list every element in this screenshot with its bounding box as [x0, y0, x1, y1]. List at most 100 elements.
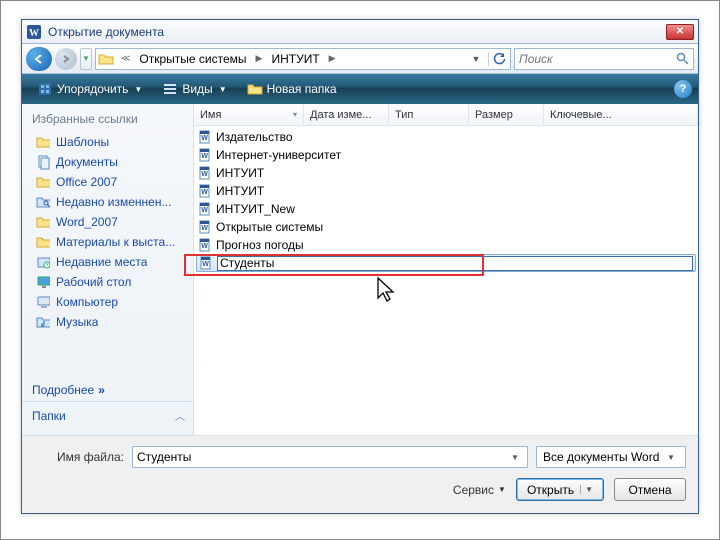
sidebar-item-label: Office 2007: [56, 175, 117, 189]
chevron-down-icon: ▼: [219, 85, 227, 94]
filename-combobox[interactable]: ▼: [132, 446, 528, 468]
file-item[interactable]: W ИНТУИТ: [194, 164, 698, 182]
help-button[interactable]: ?: [674, 80, 692, 98]
chevron-up-icon: ︿: [175, 408, 183, 423]
file-name: ИНТУИТ: [216, 184, 264, 198]
new-folder-icon: [247, 81, 263, 97]
svg-text:W: W: [201, 189, 208, 196]
svg-text:W: W: [201, 243, 208, 250]
file-item[interactable]: WИнтернет-университет: [194, 146, 698, 164]
folder-icon: [36, 175, 50, 189]
chevron-down-icon: ▼: [134, 85, 142, 94]
cancel-button[interactable]: Отмена: [614, 478, 686, 501]
sidebar-item[interactable]: Недавно изменнен...: [32, 192, 193, 212]
favorites-list: ШаблоныДокументы Office 2007 Недавно измен…: [22, 132, 193, 379]
folder-icon: [98, 52, 114, 66]
views-button[interactable]: Виды ▼: [153, 77, 235, 101]
breadcrumb-item[interactable]: Открытые системы: [137, 52, 248, 66]
sidebar-item[interactable]: Компьютер: [32, 292, 193, 312]
search-box[interactable]: [514, 48, 694, 70]
file-name: ИНТУИТ: [216, 166, 264, 180]
cursor-icon: [374, 276, 400, 306]
word-doc-icon: W: [198, 220, 212, 234]
svg-text:W: W: [201, 225, 208, 232]
sidebar-item[interactable]: Word_2007: [32, 212, 193, 232]
chevron-right-icon: ▶: [326, 53, 339, 64]
file-item[interactable]: W Прогноз погоды: [194, 236, 698, 254]
organize-button[interactable]: Упорядочить ▼: [28, 77, 151, 101]
column-header-type[interactable]: Тип: [389, 104, 469, 125]
svg-text:W: W: [201, 207, 208, 214]
chevron-down-icon[interactable]: ▼: [507, 453, 523, 462]
file-item[interactable]: WИздательство: [194, 128, 698, 146]
file-rename-input[interactable]: [217, 256, 693, 271]
column-header-keywords[interactable]: Ключевые...: [544, 104, 698, 125]
refresh-button[interactable]: [488, 52, 508, 66]
new-folder-button[interactable]: Новая папка: [238, 77, 346, 101]
tools-menu[interactable]: Сервис ▼: [453, 483, 506, 497]
computer-icon: [36, 295, 50, 309]
svg-text:W: W: [201, 135, 208, 142]
svg-text:W: W: [201, 171, 208, 178]
filename-label: Имя файла:: [34, 450, 124, 464]
word-doc-icon: W: [198, 202, 212, 216]
column-header-name[interactable]: Имя▾: [194, 104, 304, 125]
svg-text:W: W: [29, 28, 39, 39]
breadcrumb-item[interactable]: ИНТУИТ: [269, 52, 321, 66]
favorites-sidebar: Избранные ссылки ШаблоныДокументыOffice …: [22, 104, 194, 435]
word-doc-icon: W: [198, 130, 212, 144]
file-view: Имя▾ Дата изме... Тип Размер Ключевые...…: [194, 104, 698, 435]
address-bar[interactable]: ≪ Открытые системы ▶ ИНТУИТ ▶ ▼: [95, 48, 511, 70]
documents-icon: [36, 155, 50, 169]
word-app-icon: W: [26, 24, 42, 40]
forward-button[interactable]: [55, 48, 77, 70]
chevron-down-icon[interactable]: ▼: [663, 453, 679, 462]
sidebar-item-label: Материалы к выста...: [56, 235, 175, 249]
window-title: Открытие документа: [48, 25, 666, 39]
sidebar-item-label: Рабочий стол: [56, 275, 131, 289]
sidebar-item[interactable]: Музыка: [32, 312, 193, 332]
file-name: Открытые системы: [216, 220, 323, 234]
open-file-dialog: W Открытие документа ✕ ▼ ≪ Открытые сист…: [21, 19, 699, 514]
sidebar-item-label: Музыка: [56, 315, 98, 329]
file-item[interactable]: W Открытые системы: [194, 218, 698, 236]
chevron-down-icon: ▼: [498, 485, 506, 494]
address-dropdown[interactable]: ▼: [468, 54, 484, 64]
file-name: ИНТУИТ_New: [216, 202, 295, 216]
filename-input[interactable]: [137, 450, 507, 464]
filetype-filter[interactable]: Все документы Word ▼: [536, 446, 686, 468]
file-item[interactable]: W ИНТУИТ: [194, 182, 698, 200]
music-icon: [36, 315, 50, 329]
open-button[interactable]: Открыть ▼: [516, 478, 604, 501]
file-item-selected[interactable]: W: [196, 254, 696, 272]
search-folder-icon: [36, 195, 50, 209]
back-button[interactable]: [26, 47, 52, 71]
sidebar-item[interactable]: Материалы к выста...: [32, 232, 193, 252]
column-header-size[interactable]: Размер: [469, 104, 544, 125]
sidebar-item[interactable]: Рабочий стол: [32, 272, 193, 292]
chevron-right-icon: ≪: [118, 53, 133, 64]
sidebar-item-label: Недавно изменнен...: [56, 195, 171, 209]
file-item[interactable]: W ИНТУИТ_New: [194, 200, 698, 218]
file-name: Интернет-университет: [216, 148, 341, 162]
search-icon: [676, 52, 689, 65]
title-bar: W Открытие документа ✕: [22, 20, 698, 44]
more-link[interactable]: Подробнее»: [22, 379, 193, 401]
sidebar-item[interactable]: Office 2007: [32, 172, 193, 192]
sidebar-item[interactable]: Документы: [32, 152, 193, 172]
folders-toggle[interactable]: Папки ︿: [22, 401, 193, 429]
sidebar-item[interactable]: Шаблоны: [32, 132, 193, 152]
search-input[interactable]: [519, 52, 676, 66]
sidebar-item[interactable]: Недавние места: [32, 252, 193, 272]
file-name: Прогноз погоды: [216, 238, 304, 252]
column-header-date[interactable]: Дата изме...: [304, 104, 389, 125]
desktop-icon: [36, 275, 50, 289]
close-button[interactable]: ✕: [666, 24, 694, 40]
dialog-body: Избранные ссылки ШаблоныДокументыOffice …: [22, 104, 698, 435]
organize-icon: [37, 81, 53, 97]
folder-icon: [36, 235, 50, 249]
file-list[interactable]: WИздательствоWИнтернет-университетWИНТУИ…: [194, 126, 698, 435]
chevron-down-icon[interactable]: ▼: [580, 485, 593, 494]
column-headers: Имя▾ Дата изме... Тип Размер Ключевые...: [194, 104, 698, 126]
nav-history-dropdown[interactable]: ▼: [80, 48, 92, 70]
